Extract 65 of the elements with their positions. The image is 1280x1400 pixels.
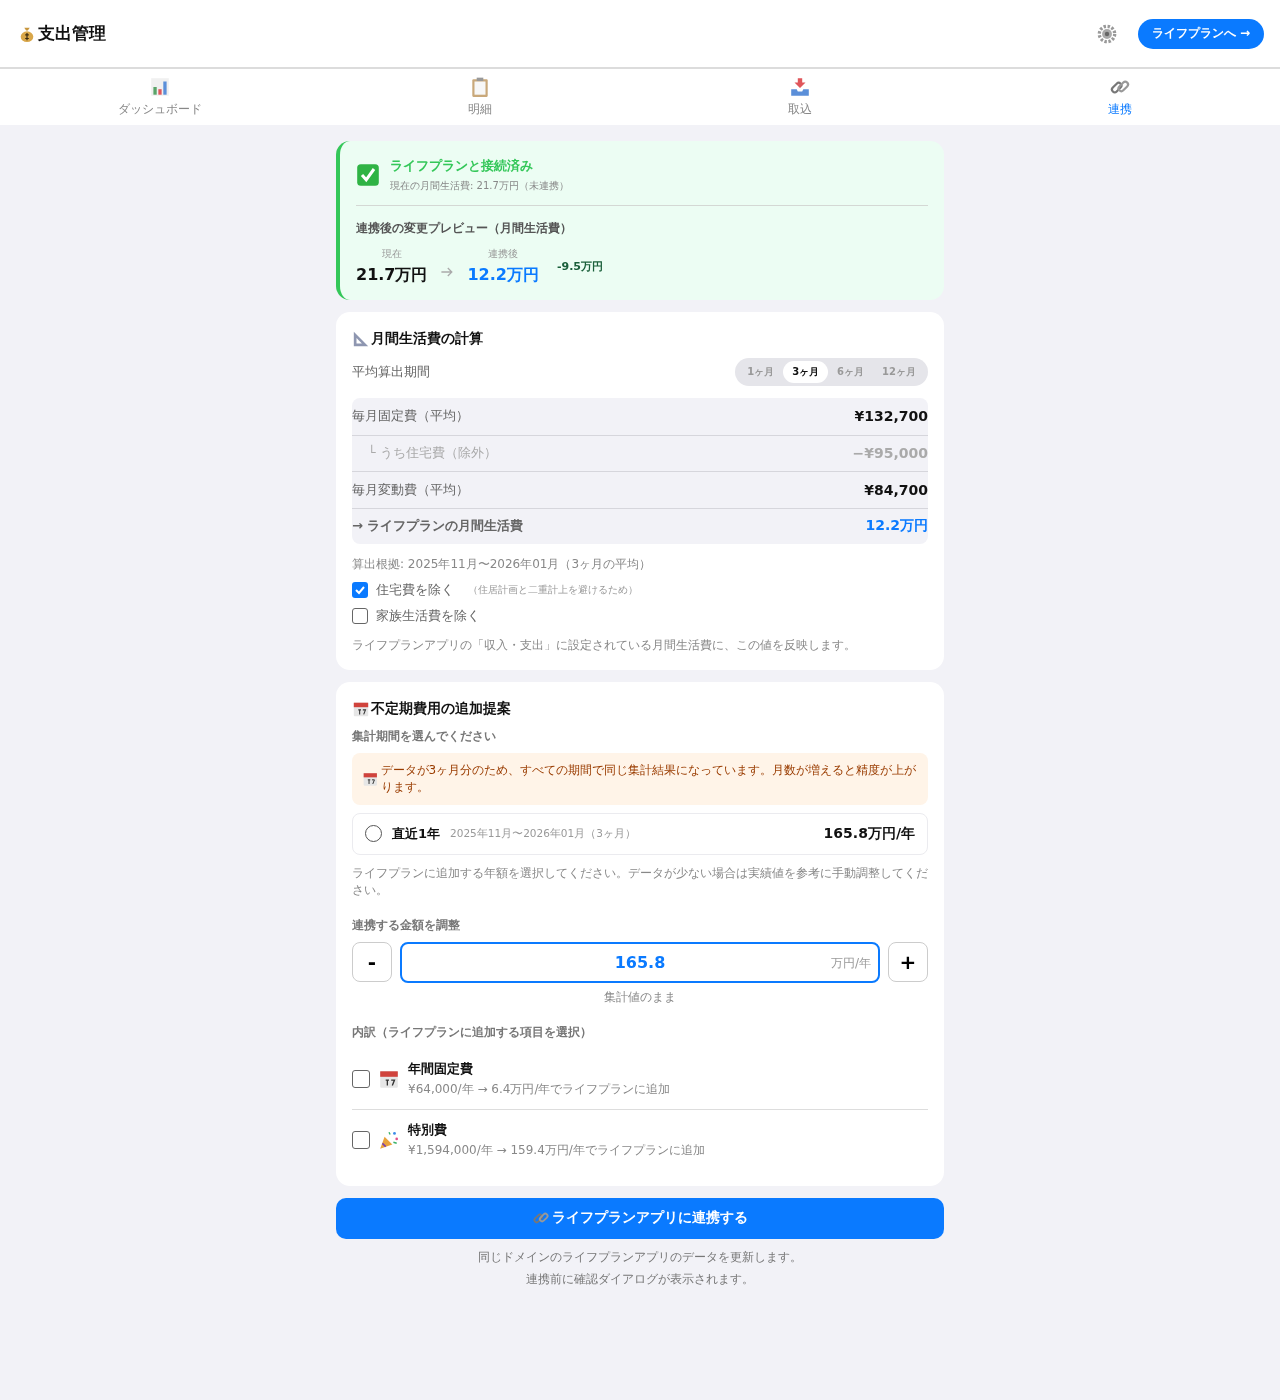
choice-label: 直近1年 — [392, 824, 441, 843]
row-label: → ライフプランの月間生活費 — [352, 517, 524, 536]
row-value: ¥84,700 — [864, 481, 928, 498]
row-label: 毎月固定費（平均） — [352, 407, 469, 426]
clipboard-icon — [469, 76, 491, 98]
section-heading: 内訳（ライフプランに追加する項目を選択） — [352, 1023, 593, 1041]
after-value: 12.2万円 — [467, 265, 539, 286]
choice-range: 2025年11月〜2026年01月（3ヶ月） — [450, 826, 637, 841]
checkbox[interactable] — [352, 608, 368, 624]
basis-note: 算出根拠: 2025年11月〜2026年01月（3ヶ月の平均） — [352, 556, 653, 573]
row-label: 毎月変動費（平均） — [352, 480, 469, 499]
difference-value: -9.5万円 — [556, 259, 604, 274]
nav-tab[interactable]: 明細 — [320, 69, 640, 125]
link-submit-button[interactable]: ライフプランアプリに連携する — [336, 1197, 944, 1239]
footnote: ライフプランアプリの「収入・支出」に設定されている月間生活費に、この値を反映します。 — [352, 637, 857, 654]
item-name: 特別費 — [408, 1120, 448, 1139]
check-mark-icon — [356, 163, 380, 187]
period-label: 平均算出期間 — [352, 363, 430, 381]
notice-text: データが3ヶ月分のため、すべての期間で同じ集計結果になっています。月数が増えると精度が上がります。 — [380, 762, 918, 796]
nav-tab[interactable]: 取込 — [640, 69, 960, 125]
period-option[interactable]: 3ヶ月 — [783, 361, 829, 383]
section-heading: 集計期間を選んでください — [352, 728, 497, 745]
checkbox[interactable] — [352, 1130, 370, 1149]
after-label: 連携後 — [488, 247, 519, 261]
section-heading: 連携する金額を調整 — [352, 916, 461, 934]
period-choice[interactable]: 直近1年 2025年11月〜2026年01月（3ヶ月） 165.8万円/年 — [352, 812, 928, 855]
option-note: （住居計画と二重計上を避けるため） — [468, 583, 638, 597]
row-value: ¥132,700 — [854, 408, 928, 425]
item-detail: ¥64,000/年 → 6.4万円/年でライフプランに追加 — [408, 1080, 671, 1098]
status-subtitle: 現在の月間生活費: 21.7万円（未連携） — [390, 179, 569, 193]
row-value: 12.2万円 — [865, 517, 928, 536]
option-label: 住宅費を除く — [376, 581, 454, 599]
calendar-icon — [352, 700, 370, 718]
lifeplan-button[interactable]: ライフプランへ → — [1137, 18, 1264, 49]
choice-hint: ライフプランに追加する年額を選択してください。データが少ない場合は実績値を参考に手動調整してください。 — [352, 864, 928, 899]
checkbox[interactable] — [352, 582, 368, 598]
app-title: 支出管理 — [38, 22, 106, 45]
period-option[interactable]: 6ヶ月 — [828, 361, 874, 383]
triangle-ruler-icon — [352, 330, 370, 348]
current-label: 現在 — [381, 247, 402, 261]
row-label: └ うち住宅費（除外） — [367, 444, 497, 463]
nav-tab[interactable]: 連携 — [960, 69, 1280, 125]
current-value: 21.7万円 — [356, 265, 428, 286]
minus-button[interactable]: - — [352, 942, 392, 983]
period-option[interactable]: 1ヶ月 — [738, 361, 784, 383]
option-label: 家族生活費を除く — [376, 607, 480, 625]
plus-button[interactable]: + — [888, 942, 928, 983]
period-option[interactable]: 12ヶ月 — [873, 361, 925, 383]
footer-note: 同じドメインのライフプランアプリのデータを更新します。 — [478, 1248, 802, 1266]
bar-chart-icon — [149, 76, 171, 98]
amount-note: 集計値のまま — [603, 988, 677, 1006]
card-title: 月間生活費の計算 — [371, 330, 483, 348]
inbox-tray-icon — [789, 76, 811, 98]
checkbox[interactable] — [352, 1069, 370, 1088]
choice-amount: 165.8万円/年 — [823, 824, 915, 843]
item-name: 年間固定費 — [408, 1059, 474, 1078]
row-value: −¥95,000 — [852, 445, 928, 462]
footer-note: 連携前に確認ダイアログが表示されます。 — [526, 1270, 754, 1288]
nav-tab[interactable]: ダッシュボード — [0, 69, 320, 125]
card-title: 不定期費用の追加提案 — [371, 700, 511, 718]
preview-title: 連携後の変更プレビュー（月間生活費） — [356, 220, 573, 237]
gear-icon — [1095, 22, 1118, 45]
item-detail: ¥1,594,000/年 → 159.4万円/年でライフプランに追加 — [408, 1141, 705, 1159]
unit-label: 万円/年 — [830, 954, 871, 972]
status-title: ライフプランと接続済み — [390, 157, 534, 175]
